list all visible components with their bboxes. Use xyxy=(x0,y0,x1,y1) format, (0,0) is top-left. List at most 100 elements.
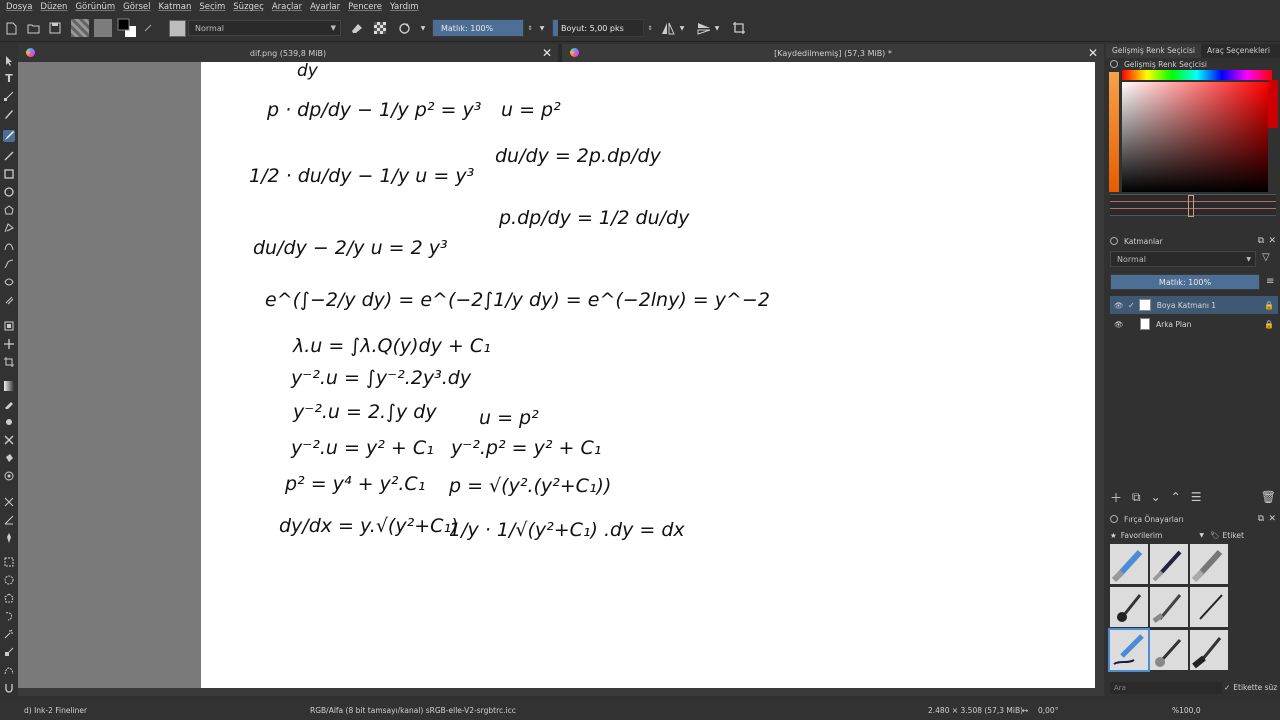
eye-icon[interactable]: 👁 xyxy=(1114,301,1124,310)
brush-preset-airbrush[interactable] xyxy=(1150,630,1188,670)
blend-mode-select[interactable]: Normal ▼ xyxy=(188,20,341,36)
edit-shapes-tool-icon[interactable] xyxy=(3,90,15,102)
add-layer-icon[interactable]: ＋ xyxy=(1110,489,1122,506)
rect-select-tool-icon[interactable] xyxy=(3,556,15,568)
freehand-select-tool-icon[interactable] xyxy=(3,610,15,622)
chevron-down-icon[interactable]: ▼ xyxy=(419,18,427,38)
tab-document-1[interactable]: dif.png (539,8 MiB) ✕ xyxy=(18,44,558,62)
close-icon[interactable]: ✕ xyxy=(1088,46,1098,60)
hue-strip[interactable] xyxy=(1109,72,1119,192)
line-tool-icon[interactable] xyxy=(3,150,15,162)
menu-window[interactable]: Pencere xyxy=(348,2,382,12)
magnetic-select-tool-icon[interactable] xyxy=(3,682,15,694)
fill-tool-icon[interactable] xyxy=(3,452,15,464)
chevron-down-icon[interactable]: ▼ xyxy=(678,18,686,38)
colorize-mask-tool-icon[interactable] xyxy=(3,416,15,428)
assistant-tool-icon[interactable] xyxy=(3,496,15,508)
enclose-fill-tool-icon[interactable] xyxy=(3,470,15,482)
menu-help[interactable]: Yardım xyxy=(390,2,419,12)
fg-bg-color-icon[interactable] xyxy=(117,18,137,38)
lock-icon[interactable]: 🔒 xyxy=(1264,320,1274,329)
menu-tools[interactable]: Araçlar xyxy=(272,2,302,12)
vertical-scrollbar[interactable] xyxy=(1095,62,1104,688)
reload-preset-icon[interactable] xyxy=(397,18,411,38)
dynamic-brush-tool-icon[interactable] xyxy=(3,276,15,288)
status-brush[interactable]: d) Ink-2 Fineliner xyxy=(24,706,87,715)
menu-filter[interactable]: Süzgeç xyxy=(233,2,264,12)
spin-arrows-icon[interactable]: ⇕ xyxy=(526,18,534,38)
brush-search-input[interactable]: Ara xyxy=(1110,682,1222,694)
layer-blend-select[interactable]: Normal ▼ xyxy=(1110,251,1256,267)
pattern-preset-icon[interactable] xyxy=(93,18,113,38)
close-icon[interactable]: ✕ xyxy=(542,46,552,60)
menu-file[interactable]: Dosya xyxy=(6,2,32,12)
layer-opacity-slider[interactable]: Matlık: 100% xyxy=(1110,274,1260,290)
color-picker-tool-icon[interactable] xyxy=(3,398,15,410)
canvas-area[interactable]: dy p · dp/dy − 1/y p² = y³ 1/2 · du/dy −… xyxy=(18,62,1104,696)
text-tool-icon[interactable]: T xyxy=(3,72,15,85)
brush-preset-fineliner[interactable] xyxy=(1190,587,1228,627)
color-pattern-strip[interactable] xyxy=(1110,194,1276,217)
brush-preset-pen[interactable] xyxy=(1150,544,1188,584)
menu-layer[interactable]: Katman xyxy=(158,2,191,12)
opacity-slider[interactable]: Matlık: 100% xyxy=(432,19,524,37)
ellipse-tool-icon[interactable] xyxy=(3,186,15,198)
select-shapes-tool-icon[interactable] xyxy=(3,54,15,66)
tab-document-2[interactable]: [Kaydedilmemiş] (57,3 MiB) * ✕ xyxy=(562,44,1104,62)
layer-row[interactable]: 👁 ✓ Boya Katmanı 1 🔒 xyxy=(1110,296,1278,314)
menu-edit[interactable]: Düzen xyxy=(40,2,67,12)
move-down-icon[interactable]: ⌄ xyxy=(1151,490,1161,504)
calligraphy-tool-icon[interactable] xyxy=(3,108,15,120)
smart-patch-tool-icon[interactable] xyxy=(3,434,15,446)
float-icon[interactable]: ⧉ xyxy=(1258,236,1264,246)
open-folder-icon[interactable] xyxy=(26,18,40,38)
horizontal-scrollbar[interactable] xyxy=(18,688,1104,696)
freehand-path-tool-icon[interactable] xyxy=(3,258,15,270)
ellipse-select-tool-icon[interactable] xyxy=(3,574,15,586)
measure-tool-icon[interactable] xyxy=(3,514,15,526)
reference-images-tool-icon[interactable] xyxy=(3,532,15,544)
similar-select-tool-icon[interactable] xyxy=(3,646,15,658)
polygon-select-tool-icon[interactable] xyxy=(3,592,15,604)
transform-tool-icon[interactable] xyxy=(3,320,15,332)
gradient-tool-icon[interactable] xyxy=(3,380,15,392)
brush-preset-eraser[interactable] xyxy=(1190,544,1228,584)
crop-tool-icon[interactable] xyxy=(3,356,15,368)
move-tool-icon[interactable] xyxy=(3,338,15,350)
rotate-icon[interactable]: ↔ xyxy=(1022,706,1028,715)
close-icon[interactable]: ✕ xyxy=(1268,514,1276,524)
new-document-icon[interactable] xyxy=(4,18,18,38)
chevron-down-icon[interactable]: ▼ xyxy=(538,18,546,38)
eye-icon[interactable]: 👁 xyxy=(1114,320,1124,329)
lock-icon[interactable]: 🔒 xyxy=(1264,301,1274,310)
brush-preset-paint[interactable] xyxy=(1190,630,1228,670)
brush-preset-marker[interactable] xyxy=(1110,544,1148,584)
spin-arrows-icon[interactable]: ⇕ xyxy=(646,18,654,38)
delete-layer-icon[interactable]: 🗑 xyxy=(1261,490,1276,504)
mirror-vertical-icon[interactable] xyxy=(696,18,712,38)
freehand-brush-tool-icon[interactable] xyxy=(3,130,15,142)
menu-settings[interactable]: Ayarlar xyxy=(310,2,340,12)
eraser-icon[interactable] xyxy=(349,18,363,38)
wrap-around-icon[interactable] xyxy=(731,18,747,38)
hue-bar[interactable] xyxy=(1122,70,1272,80)
chevron-down-icon[interactable]: ▼ xyxy=(713,18,721,38)
swap-colors-icon[interactable] xyxy=(143,18,153,38)
menu-image[interactable]: Görsel xyxy=(123,2,150,12)
menu-select[interactable]: Seçim xyxy=(199,2,225,12)
move-up-icon[interactable]: ⌃ xyxy=(1171,490,1181,504)
float-icon[interactable]: ⧉ xyxy=(1258,514,1264,524)
color-history-strip[interactable] xyxy=(1268,80,1278,128)
gradient-preset-icon[interactable] xyxy=(70,18,90,38)
menu-view[interactable]: Görünüm xyxy=(75,2,115,12)
bezier-select-tool-icon[interactable] xyxy=(3,664,15,676)
save-icon[interactable] xyxy=(48,18,62,38)
multibrush-tool-icon[interactable] xyxy=(3,294,15,306)
check-icon[interactable]: ✓ xyxy=(1128,301,1135,310)
duplicate-layer-icon[interactable]: ⧉ xyxy=(1132,490,1141,505)
polyline-tool-icon[interactable] xyxy=(3,222,15,234)
bezier-tool-icon[interactable] xyxy=(3,240,15,252)
canvas-paper[interactable]: dy p · dp/dy − 1/y p² = y³ 1/2 · du/dy −… xyxy=(201,62,1095,688)
brush-tag-select[interactable]: ★ Favorilerim ▼ xyxy=(1110,528,1204,542)
tab-tool-options[interactable]: Araç Seçenekleri xyxy=(1201,44,1276,58)
